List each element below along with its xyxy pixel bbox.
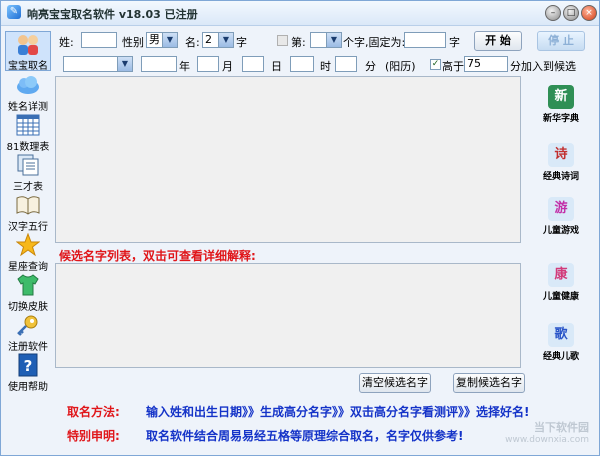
app-icon: ✎ bbox=[7, 5, 21, 19]
name-length-select[interactable]: 2 ▼ bbox=[202, 32, 234, 48]
chevron-down-icon: ▼ bbox=[218, 33, 233, 47]
watermark-line2: www.downxia.com bbox=[505, 435, 589, 445]
minimize-button[interactable]: – bbox=[545, 5, 561, 21]
sidebar-item-five-elements[interactable]: 汉字五行 bbox=[5, 193, 51, 233]
month-input[interactable] bbox=[197, 56, 219, 72]
sidebar-item-label: 姓名详测 bbox=[8, 102, 48, 113]
minute-input[interactable] bbox=[335, 56, 357, 72]
tool-poetry[interactable]: 诗 经典诗词 bbox=[533, 143, 589, 182]
fixed-suffix: 字 bbox=[449, 36, 460, 49]
health-icon: 康 bbox=[548, 263, 574, 287]
notice-label: 特别申明: bbox=[67, 429, 120, 443]
clear-candidates-button[interactable]: 清空候选名字 bbox=[359, 373, 431, 393]
sidebar-item-label: 星座查询 bbox=[8, 262, 48, 273]
sidebar-item-baby-naming[interactable]: 宝宝取名 bbox=[5, 31, 51, 72]
higher-suffix: 分加入到候选 bbox=[510, 60, 576, 73]
chevron-down-icon: ▼ bbox=[326, 33, 341, 47]
score-threshold-input[interactable]: 75 bbox=[464, 56, 508, 72]
tool-dictionary[interactable]: 新 新华字典 bbox=[533, 85, 589, 124]
gender-select[interactable]: 男 ▼ bbox=[146, 32, 178, 48]
tool-health[interactable]: 康 儿童健康 bbox=[533, 263, 589, 302]
higher-than-checkbox[interactable]: ✓ bbox=[430, 59, 441, 70]
games-icon: 游 bbox=[548, 197, 574, 221]
copy-candidates-button[interactable]: 复制候选名字 bbox=[453, 373, 525, 393]
sidebar-item-label: 使用帮助 bbox=[8, 382, 48, 393]
sidebar-item-label: 注册软件 bbox=[8, 342, 48, 353]
tool-games[interactable]: 游 儿童游戏 bbox=[533, 197, 589, 236]
sidebar-item-label: 三才表 bbox=[13, 182, 43, 193]
minute-label: 分 bbox=[365, 60, 376, 73]
baby-icon bbox=[15, 32, 41, 56]
year-input[interactable] bbox=[141, 56, 177, 72]
sidebar-item-register[interactable]: 注册软件 bbox=[5, 313, 51, 353]
sidebar-item-skin[interactable]: 切换皮肤 bbox=[5, 273, 51, 313]
fixed-char-input[interactable] bbox=[404, 32, 446, 48]
start-button[interactable]: 开 始 bbox=[474, 31, 522, 51]
day-label: 日 bbox=[271, 60, 282, 73]
sidebar-item-label: 汉字五行 bbox=[8, 222, 48, 233]
svg-text:?: ? bbox=[24, 357, 33, 375]
sidebar-item-label: 81数理表 bbox=[6, 142, 50, 153]
poetry-icon: 诗 bbox=[548, 143, 574, 167]
app-window: ✎ 响亮宝宝取名软件 v18.03 已注册 – □ × 宝宝取名 姓名详测 81… bbox=[0, 0, 600, 456]
cloud-icon bbox=[15, 73, 41, 97]
help-icon: ? bbox=[15, 353, 41, 377]
dictionary-icon: 新 bbox=[548, 85, 574, 109]
sidebar-item-label: 宝宝取名 bbox=[8, 61, 48, 72]
tool-songs[interactable]: 歌 经典儿歌 bbox=[533, 323, 589, 362]
solar-label: (阳历) bbox=[385, 60, 416, 73]
candidate-title: 候选名字列表，双击可查看详细解释: bbox=[59, 249, 256, 263]
book-icon bbox=[15, 193, 41, 217]
watermark: 当下软件园 www.downxia.com bbox=[479, 419, 589, 451]
results-panel[interactable] bbox=[55, 76, 521, 243]
hour-label: 时 bbox=[320, 60, 331, 73]
fixed-label: 个字,固定为: bbox=[343, 36, 406, 49]
fixed-char-checkbox[interactable] bbox=[277, 35, 288, 46]
table-icon bbox=[15, 113, 41, 137]
gender-value: 男 bbox=[149, 33, 160, 46]
sidebar-item-81-table[interactable]: 81数理表 bbox=[5, 113, 51, 153]
shirt-icon bbox=[15, 273, 41, 297]
songs-icon: 歌 bbox=[548, 323, 574, 347]
name-length-suffix: 字 bbox=[236, 36, 247, 49]
candidate-list[interactable] bbox=[55, 263, 521, 368]
window-title: 响亮宝宝取名软件 v18.03 已注册 bbox=[27, 8, 198, 21]
star-icon bbox=[15, 233, 41, 257]
position-select[interactable]: ▼ bbox=[310, 32, 342, 48]
chevron-down-icon: ▼ bbox=[117, 57, 132, 71]
month-label: 月 bbox=[222, 60, 233, 73]
docs-icon bbox=[15, 153, 41, 177]
position-label: 第: bbox=[291, 36, 306, 49]
sidebar-item-name-test[interactable]: 姓名详测 bbox=[5, 73, 51, 113]
gender-label: 性别 bbox=[122, 36, 144, 49]
year-select[interactable]: ▼ bbox=[63, 56, 133, 72]
tool-label: 新华字典 bbox=[542, 114, 579, 124]
maximize-button[interactable]: □ bbox=[563, 5, 579, 21]
notice-text: 取名软件结合周易易经五格等原理综合取名，名字仅供参考! bbox=[146, 429, 464, 443]
year-label: 年 bbox=[179, 60, 190, 73]
day-input[interactable] bbox=[242, 56, 264, 72]
watermark-line1: 当下软件园 bbox=[534, 421, 589, 434]
method-text: 输入姓和出生日期》》生成高分名字》》双击高分名字看测评》》选择好名! bbox=[146, 405, 530, 419]
stop-button[interactable]: 停 止 bbox=[537, 31, 585, 51]
hour-input[interactable] bbox=[290, 56, 314, 72]
sidebar-item-label: 切换皮肤 bbox=[8, 302, 48, 313]
tool-label: 儿童健康 bbox=[542, 292, 579, 302]
tool-label: 经典诗词 bbox=[542, 172, 579, 182]
title-bar: ✎ 响亮宝宝取名软件 v18.03 已注册 – □ × bbox=[1, 1, 599, 26]
tool-label: 儿童游戏 bbox=[542, 226, 579, 236]
sidebar-item-sancai-table[interactable]: 三才表 bbox=[5, 153, 51, 193]
key-icon bbox=[15, 313, 41, 337]
surname-input[interactable] bbox=[81, 32, 117, 48]
method-label: 取名方法: bbox=[67, 405, 120, 419]
chevron-down-icon: ▼ bbox=[162, 33, 177, 47]
name-length-label: 名: bbox=[185, 36, 200, 49]
higher-label: 高于 bbox=[442, 60, 464, 73]
sidebar-item-zodiac[interactable]: 星座查询 bbox=[5, 233, 51, 273]
surname-label: 姓: bbox=[59, 36, 74, 49]
tool-label: 经典儿歌 bbox=[542, 352, 579, 362]
name-length-value: 2 bbox=[205, 33, 212, 46]
sidebar-item-help[interactable]: ? 使用帮助 bbox=[5, 353, 51, 393]
close-button[interactable]: × bbox=[581, 5, 597, 21]
